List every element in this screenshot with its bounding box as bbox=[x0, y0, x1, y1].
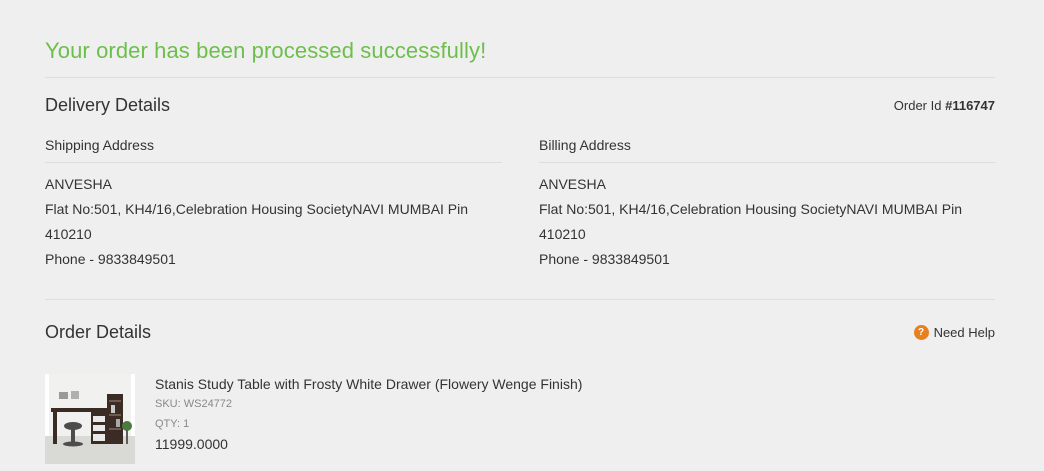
product-price: 11999.0000 bbox=[155, 436, 228, 452]
delivery-details-title: Delivery Details bbox=[45, 95, 171, 115]
shipping-phone: Phone - 9833849501 bbox=[45, 251, 176, 267]
billing-address: Billing Address ANVESHA Flat No:501, KH4… bbox=[539, 136, 996, 272]
order-confirmation-page: Your order has been processed successful… bbox=[0, 0, 1044, 471]
shipping-street: Flat No:501, KH4/16,Celebration Housing … bbox=[45, 201, 469, 242]
product-qty: QTY: 1 bbox=[155, 418, 190, 430]
product-name[interactable]: Stanis Study Table with Frosty White Dra… bbox=[155, 374, 582, 394]
shipping-address-body: ANVESHA Flat No:501, KH4/16,Celebration … bbox=[45, 172, 502, 272]
need-help-link[interactable]: ? Need Help bbox=[913, 325, 995, 340]
product-info: Stanis Study Table with Frosty White Dra… bbox=[155, 374, 582, 454]
product-image[interactable] bbox=[45, 374, 135, 464]
billing-address-body: ANVESHA Flat No:501, KH4/16,Celebration … bbox=[539, 172, 996, 272]
order-id-value: #116747 bbox=[945, 98, 995, 113]
billing-phone: Phone - 9833849501 bbox=[539, 251, 670, 267]
product-sku: SKU: WS24772 bbox=[155, 398, 233, 410]
need-help-label: Need Help bbox=[933, 325, 995, 340]
help-icon: ? bbox=[913, 325, 929, 340]
divider bbox=[45, 299, 995, 300]
order-id: Order Id #116747 bbox=[894, 98, 995, 113]
success-message: Your order has been processed successful… bbox=[45, 38, 487, 63]
shipping-address-heading: Shipping Address bbox=[45, 136, 502, 163]
divider bbox=[45, 77, 995, 78]
billing-address-heading: Billing Address bbox=[539, 136, 996, 163]
order-item: Stanis Study Table with Frosty White Dra… bbox=[45, 374, 995, 466]
billing-street: Flat No:501, KH4/16,Celebration Housing … bbox=[539, 201, 963, 242]
shipping-name: ANVESHA bbox=[45, 176, 112, 192]
shipping-address: Shipping Address ANVESHA Flat No:501, KH… bbox=[45, 136, 502, 272]
order-id-label: Order Id bbox=[893, 98, 942, 113]
study-table-icon bbox=[45, 374, 135, 464]
billing-name: ANVESHA bbox=[539, 176, 606, 192]
order-details-title: Order Details bbox=[45, 322, 152, 342]
